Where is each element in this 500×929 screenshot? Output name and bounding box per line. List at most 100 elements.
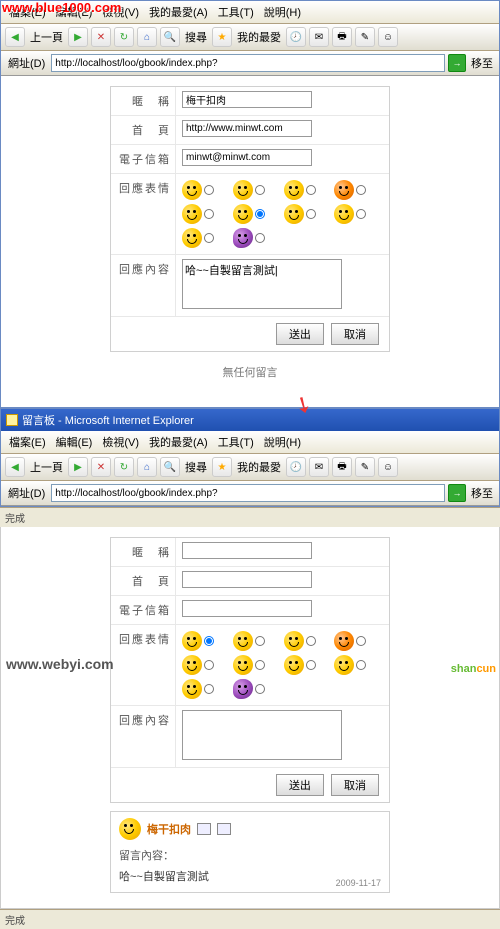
search-button-2[interactable]: 🔍 xyxy=(160,457,180,477)
emo2-9-radio[interactable] xyxy=(204,684,214,694)
emo-5-radio[interactable] xyxy=(204,209,214,219)
nickname-input-2[interactable] xyxy=(182,542,312,559)
menu-tools[interactable]: 工具(T) xyxy=(214,3,258,21)
email-input-2[interactable] xyxy=(182,600,312,617)
back-button-2[interactable]: ◀ xyxy=(5,457,25,477)
emo2-3-radio[interactable] xyxy=(306,636,316,646)
post-mail-icon[interactable] xyxy=(217,823,231,835)
mail-button[interactable]: ✉ xyxy=(309,27,329,47)
emo2-4-radio[interactable] xyxy=(356,636,366,646)
emo-6-radio[interactable] xyxy=(255,209,265,219)
address-input-2[interactable] xyxy=(51,484,445,502)
status-bar-2: 完成 xyxy=(0,909,500,929)
toolbar: ◀ 上一頁 ▶ ✕ ↻ ⌂ 🔍 搜尋 ★ 我的最愛 🕗 ✉ 🖶 ✎ ☺ xyxy=(1,24,499,51)
back-label-2: 上一頁 xyxy=(28,459,65,475)
content-textarea-2[interactable] xyxy=(182,710,342,760)
back-label: 上一頁 xyxy=(28,29,65,45)
search-label-2: 搜尋 xyxy=(183,459,209,475)
favorites-button[interactable]: ★ xyxy=(212,27,232,47)
emo2-9-icon xyxy=(182,679,202,699)
search-button[interactable]: 🔍 xyxy=(160,27,180,47)
history-button-2[interactable]: 🕗 xyxy=(286,457,306,477)
go-label: 移至 xyxy=(469,55,495,71)
cancel-button[interactable]: 取消 xyxy=(331,323,379,345)
emo2-1-radio[interactable] xyxy=(204,636,214,646)
print-button[interactable]: 🖶 xyxy=(332,27,352,47)
address-input[interactable] xyxy=(51,54,445,72)
submit-button-2[interactable]: 送出 xyxy=(276,774,324,796)
emo-5-icon xyxy=(182,204,202,224)
emotion-label: 回應表情 xyxy=(111,174,176,254)
emo-1-radio[interactable] xyxy=(204,185,214,195)
go-button[interactable]: → xyxy=(448,54,466,72)
app-icon xyxy=(6,414,18,426)
button-row-2: 送出 取消 xyxy=(111,768,389,802)
emo-2-radio[interactable] xyxy=(255,185,265,195)
back-button[interactable]: ◀ xyxy=(5,27,25,47)
home-button[interactable]: ⌂ xyxy=(137,27,157,47)
homepage-input-2[interactable] xyxy=(182,571,312,588)
emo-3-radio[interactable] xyxy=(306,185,316,195)
favorites-label-2: 我的最愛 xyxy=(235,459,283,475)
favorites-button-2[interactable]: ★ xyxy=(212,457,232,477)
forward-button[interactable]: ▶ xyxy=(68,27,88,47)
emo2-8-radio[interactable] xyxy=(356,660,366,670)
emo-6-icon xyxy=(233,204,253,224)
emo-10-radio[interactable] xyxy=(255,233,265,243)
page-content-2: 暱 稱 首 頁 電子信箱 回應表情 xyxy=(0,527,500,909)
emo-9-radio[interactable] xyxy=(204,233,214,243)
guestbook-form: 暱 稱 首 頁 電子信箱 回應表情 xyxy=(110,86,390,352)
menu-help[interactable]: 說明(H) xyxy=(260,3,305,21)
emo2-2-icon xyxy=(233,631,253,651)
watermark-bottom-left: www.webyi.com xyxy=(6,656,114,672)
emo2-6-radio[interactable] xyxy=(255,660,265,670)
refresh-button-2[interactable]: ↻ xyxy=(114,457,134,477)
edit-button-2[interactable]: ✎ xyxy=(355,457,375,477)
emo-9-icon xyxy=(182,228,202,248)
email-label: 電子信箱 xyxy=(111,145,176,173)
stop-button-2[interactable]: ✕ xyxy=(91,457,111,477)
homepage-input[interactable] xyxy=(182,120,312,137)
nickname-input[interactable] xyxy=(182,91,312,108)
submit-button[interactable]: 送出 xyxy=(276,323,324,345)
emo2-10-radio[interactable] xyxy=(255,684,265,694)
menu-edit-2[interactable]: 編輯(E) xyxy=(52,433,97,451)
menu-help-2[interactable]: 說明(H) xyxy=(260,433,305,451)
emo-4-radio[interactable] xyxy=(356,185,366,195)
stop-button[interactable]: ✕ xyxy=(91,27,111,47)
emo-1-icon xyxy=(182,180,202,200)
emo-8-radio[interactable] xyxy=(356,209,366,219)
menu-tools-2[interactable]: 工具(T) xyxy=(214,433,258,451)
mail-button-2[interactable]: ✉ xyxy=(309,457,329,477)
post-author: 梅干扣肉 xyxy=(147,821,191,837)
menu-view-2[interactable]: 檢視(V) xyxy=(98,433,143,451)
print-button-2[interactable]: 🖶 xyxy=(332,457,352,477)
emo-7-radio[interactable] xyxy=(306,209,316,219)
forward-button-2[interactable]: ▶ xyxy=(68,457,88,477)
emo2-5-radio[interactable] xyxy=(204,660,214,670)
menu-favorites[interactable]: 我的最愛(A) xyxy=(145,3,212,21)
menu-favorites-2[interactable]: 我的最愛(A) xyxy=(145,433,212,451)
email-input[interactable] xyxy=(182,149,312,166)
emo2-7-radio[interactable] xyxy=(306,660,316,670)
edit-button[interactable]: ✎ xyxy=(355,27,375,47)
home-button-2[interactable]: ⌂ xyxy=(137,457,157,477)
homepage-label-2: 首 頁 xyxy=(111,567,176,595)
history-button[interactable]: 🕗 xyxy=(286,27,306,47)
emo2-1-icon xyxy=(182,631,202,651)
menubar-2: 檔案(E) 編輯(E) 檢視(V) 我的最愛(A) 工具(T) 說明(H) xyxy=(1,431,499,454)
msn-button[interactable]: ☺ xyxy=(378,27,398,47)
emo2-2-radio[interactable] xyxy=(255,636,265,646)
cancel-button-2[interactable]: 取消 xyxy=(331,774,379,796)
guestbook-post: 梅干扣肉 留言內容： 哈~~自製留言測試 2009-11-17 xyxy=(110,811,390,893)
msn-button-2[interactable]: ☺ xyxy=(378,457,398,477)
emo-4-icon xyxy=(334,180,354,200)
post-home-icon[interactable] xyxy=(197,823,211,835)
toolbar-2: ◀ 上一頁 ▶ ✕ ↻ ⌂ 🔍 搜尋 ★ 我的最愛 🕗 ✉ 🖶 ✎ ☺ xyxy=(1,454,499,481)
go-button-2[interactable]: → xyxy=(448,484,466,502)
emotion-grid-2 xyxy=(182,629,383,701)
menu-file-2[interactable]: 檔案(E) xyxy=(5,433,50,451)
refresh-button[interactable]: ↻ xyxy=(114,27,134,47)
emo-10-icon xyxy=(233,228,253,248)
content-textarea[interactable] xyxy=(182,259,342,309)
